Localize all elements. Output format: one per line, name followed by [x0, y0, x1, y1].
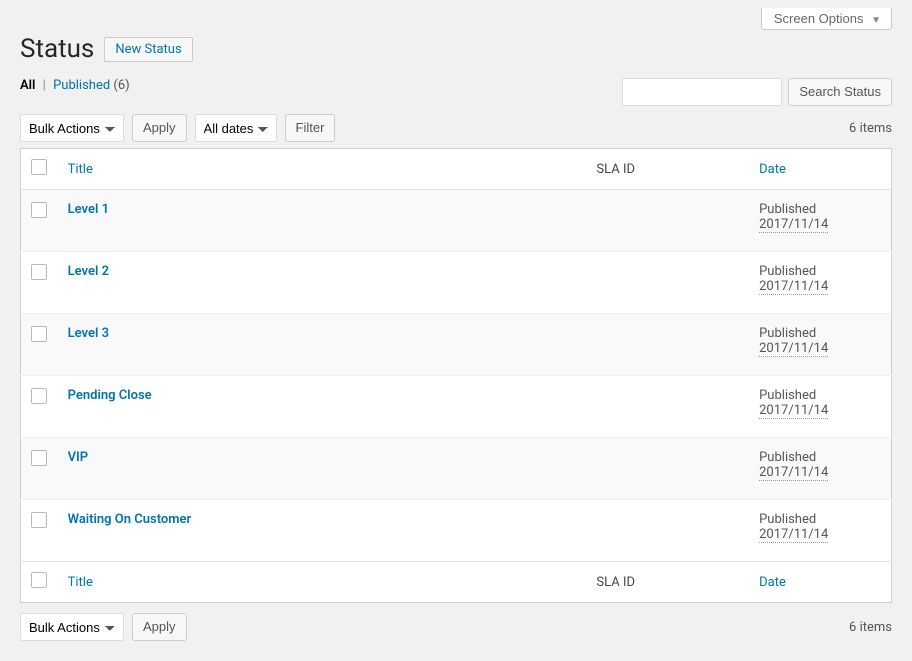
status-table: Title SLA ID Date Level 1 Published 2017… — [20, 148, 892, 603]
row-sla-id — [586, 438, 749, 500]
bulk-actions-select-bottom[interactable]: Bulk Actions — [20, 613, 124, 641]
column-sla-header: SLA ID — [586, 149, 749, 190]
row-title-link[interactable]: Level 3 — [68, 326, 109, 341]
table-row: Pending Close Published 2017/11/14 — [21, 376, 892, 438]
item-count-bottom: 6 items — [849, 620, 892, 635]
table-row: Level 2 Published 2017/11/14 — [21, 252, 892, 314]
row-sla-id — [586, 314, 749, 376]
row-checkbox[interactable] — [31, 202, 47, 218]
column-title-header[interactable]: Title — [68, 162, 93, 177]
row-date: 2017/11/14 — [759, 217, 828, 233]
row-sla-id — [586, 500, 749, 562]
row-checkbox[interactable] — [31, 326, 47, 342]
row-date: 2017/11/14 — [759, 527, 828, 543]
row-title-link[interactable]: Level 2 — [68, 264, 109, 279]
search-input[interactable] — [622, 78, 782, 106]
row-checkbox[interactable] — [31, 450, 47, 466]
column-date-footer[interactable]: Date — [759, 575, 786, 590]
table-row: Waiting On Customer Published 2017/11/14 — [21, 500, 892, 562]
row-date: 2017/11/14 — [759, 341, 828, 357]
bulk-apply-button-bottom[interactable]: Apply — [132, 613, 187, 641]
item-count-top: 6 items — [849, 121, 892, 136]
row-sla-id — [586, 190, 749, 252]
page-title: Status — [20, 34, 94, 64]
row-title-link[interactable]: VIP — [68, 450, 89, 465]
table-row: VIP Published 2017/11/14 — [21, 438, 892, 500]
bulk-apply-button-top[interactable]: Apply — [132, 114, 187, 142]
status-filters: All | Published (6) — [20, 78, 130, 93]
new-status-button[interactable]: New Status — [104, 37, 192, 62]
column-title-footer[interactable]: Title — [68, 575, 93, 590]
filter-published-link[interactable]: Published — [53, 78, 110, 93]
date-filter-select[interactable]: All dates — [195, 114, 277, 142]
select-all-checkbox-bottom[interactable] — [31, 572, 47, 588]
row-status: Published — [759, 388, 816, 403]
search-button[interactable]: Search Status — [788, 78, 892, 106]
filter-all-link[interactable]: All — [20, 78, 35, 93]
filter-button[interactable]: Filter — [285, 114, 336, 142]
filter-separator: | — [43, 78, 46, 93]
row-sla-id — [586, 376, 749, 438]
row-date: 2017/11/14 — [759, 279, 828, 295]
row-status: Published — [759, 202, 816, 217]
row-checkbox[interactable] — [31, 264, 47, 280]
row-sla-id — [586, 252, 749, 314]
select-all-checkbox-top[interactable] — [31, 159, 47, 175]
row-date: 2017/11/14 — [759, 465, 828, 481]
row-date: 2017/11/14 — [759, 403, 828, 419]
bulk-actions-select-top[interactable]: Bulk Actions — [20, 114, 124, 142]
table-row: Level 3 Published 2017/11/14 — [21, 314, 892, 376]
row-title-link[interactable]: Waiting On Customer — [68, 512, 192, 527]
screen-options-label: Screen Options — [774, 11, 864, 26]
row-title-link[interactable]: Pending Close — [68, 388, 152, 403]
row-status: Published — [759, 450, 816, 465]
filter-published-count: (6) — [113, 78, 129, 93]
column-date-header[interactable]: Date — [759, 162, 786, 177]
row-title-link[interactable]: Level 1 — [68, 202, 109, 217]
column-sla-footer: SLA ID — [586, 562, 749, 603]
table-row: Level 1 Published 2017/11/14 — [21, 190, 892, 252]
row-status: Published — [759, 512, 816, 527]
chevron-down-icon: ▼ — [871, 15, 881, 26]
row-checkbox[interactable] — [31, 512, 47, 528]
row-checkbox[interactable] — [31, 388, 47, 404]
row-status: Published — [759, 264, 816, 279]
row-status: Published — [759, 326, 816, 341]
screen-options-button[interactable]: Screen Options ▼ — [761, 8, 892, 30]
